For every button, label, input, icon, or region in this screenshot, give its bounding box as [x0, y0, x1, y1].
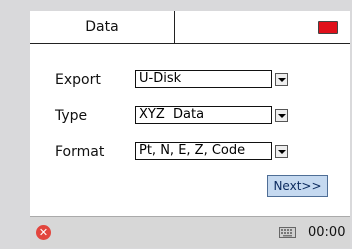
next-button[interactable]: Next>>: [267, 175, 328, 197]
format-select[interactable]: Pt, N, E, Z, Code: [135, 142, 272, 160]
keyboard-icon[interactable]: [279, 227, 296, 238]
export-select[interactable]: U-Disk: [135, 70, 272, 88]
type-label: Type: [55, 108, 88, 124]
tab-divider: [30, 43, 350, 44]
format-label: Format: [55, 144, 105, 160]
tab-bar: Data: [30, 11, 350, 43]
close-icon[interactable]: ✕: [36, 225, 51, 240]
export-label: Export: [55, 72, 101, 88]
chevron-down-icon: [278, 114, 286, 118]
tab-data[interactable]: Data: [30, 11, 175, 43]
clock-time: 00:00: [308, 225, 346, 240]
battery-icon: [318, 21, 338, 34]
device-screen: Data Export U-Disk Type XYZ Data Format …: [30, 11, 350, 248]
export-dropdown-button[interactable]: [275, 73, 288, 86]
chevron-down-icon: [278, 150, 286, 154]
chevron-down-icon: [278, 78, 286, 82]
type-select[interactable]: XYZ Data: [135, 106, 272, 124]
status-bar: ✕ 00:00: [30, 216, 350, 248]
format-dropdown-button[interactable]: [275, 145, 288, 158]
type-dropdown-button[interactable]: [275, 109, 288, 122]
